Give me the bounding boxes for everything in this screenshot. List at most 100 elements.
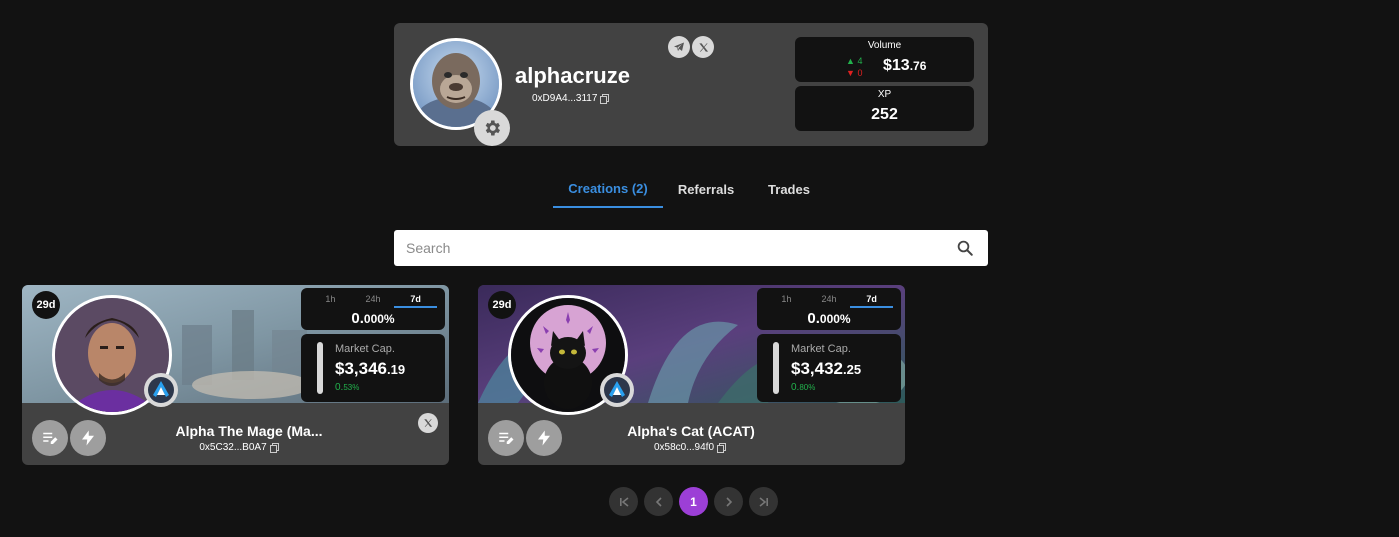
edit-button[interactable] xyxy=(488,420,524,456)
edit-notes-icon xyxy=(43,432,58,444)
age-badge: 29d xyxy=(488,291,516,319)
last-page-icon xyxy=(759,496,768,507)
pagination: 1 xyxy=(609,487,778,516)
xp-value: 252 xyxy=(871,106,898,123)
first-page-button[interactable] xyxy=(609,487,638,516)
buy-count-value: 4 xyxy=(857,56,863,66)
gear-icon xyxy=(485,120,500,136)
timeframe-7d[interactable]: 7d xyxy=(394,294,438,308)
timeframe-1h[interactable]: 1h xyxy=(765,294,808,308)
copy-icon[interactable] xyxy=(269,442,279,453)
market-cap-change: 0.80% xyxy=(791,382,815,393)
search-bar xyxy=(394,230,988,266)
age-badge: 29d xyxy=(32,291,60,319)
market-cap-label: Market Cap. xyxy=(335,343,395,355)
token-card[interactable]: 29d 1h 24h 7d 0.000% Market Cap. $3,432.… xyxy=(478,285,905,465)
lightning-icon xyxy=(82,430,94,446)
price-change-small: 000% xyxy=(819,312,851,326)
market-cap-box: Market Cap. $3,346.19 0.53% xyxy=(301,334,445,402)
arbitrum-icon xyxy=(604,377,630,403)
timeframe-24h[interactable]: 24h xyxy=(352,294,395,308)
market-cap-main: $3,346 xyxy=(335,359,387,378)
market-cap-bar xyxy=(317,342,323,394)
last-page-button[interactable] xyxy=(749,487,778,516)
profile-card: alphacruze 0xD9A4...3117 Volume ▲ 4 ▼ 0 … xyxy=(394,23,988,146)
arbitrum-icon xyxy=(148,377,174,403)
price-change-value: 0.000% xyxy=(301,310,445,327)
xp-stat: XP 252 xyxy=(795,86,974,131)
sell-count-value: 0 xyxy=(857,68,863,78)
market-cap-value: $3,432.25 xyxy=(791,359,861,379)
xp-label: XP xyxy=(877,89,892,100)
tab-trades[interactable]: Trades xyxy=(749,170,829,208)
chevron-left-icon xyxy=(655,496,662,507)
timeframe-7d[interactable]: 7d xyxy=(850,294,894,308)
market-cap-cents: .19 xyxy=(387,362,406,377)
market-cap-label: Market Cap. xyxy=(791,343,851,355)
lightning-icon xyxy=(538,430,550,446)
profile-avatar-wrap xyxy=(410,38,510,146)
timeframe-change: 1h 24h 7d 0.000% xyxy=(757,288,901,330)
market-cap-box: Market Cap. $3,432.25 0.80% xyxy=(757,334,901,402)
price-change-main: 0. xyxy=(351,310,364,327)
chevron-right-icon xyxy=(725,496,732,507)
volume-label: Volume xyxy=(867,40,902,51)
edit-button[interactable] xyxy=(32,420,68,456)
copy-icon[interactable] xyxy=(717,442,727,453)
volume-value: $13.76 xyxy=(883,57,926,75)
price-change-main: 0. xyxy=(807,310,820,327)
token-name[interactable]: Alpha's Cat (ACAT) xyxy=(561,423,821,439)
market-cap-value: $3,346.19 xyxy=(335,359,405,379)
volume-trade-counts: ▲ 4 ▼ 0 xyxy=(846,55,862,79)
search-icon[interactable] xyxy=(956,239,974,257)
timeframe-1h[interactable]: 1h xyxy=(309,294,352,308)
tab-referrals[interactable]: Referrals xyxy=(663,170,749,208)
copy-icon[interactable] xyxy=(600,93,610,104)
chain-badge xyxy=(144,373,178,407)
price-change-value: 0.000% xyxy=(757,310,901,327)
telegram-button[interactable] xyxy=(668,36,690,58)
timeframe-change: 1h 24h 7d 0.000% xyxy=(301,288,445,330)
edit-notes-icon xyxy=(499,432,514,444)
prev-page-button[interactable] xyxy=(644,487,673,516)
price-change-small: 000% xyxy=(363,312,395,326)
timeframe-selector: 1h 24h 7d xyxy=(309,294,438,308)
token-name[interactable]: Alpha The Mage (Ma... xyxy=(119,423,379,439)
page-button-current[interactable]: 1 xyxy=(679,487,708,516)
profile-username: alphacruze xyxy=(515,63,630,88)
market-cap-change-small: 80% xyxy=(799,383,816,392)
timeframe-24h[interactable]: 24h xyxy=(808,294,851,308)
token-address: 0x58c0...94f0 xyxy=(590,442,790,453)
market-cap-change-small: 53% xyxy=(343,383,360,392)
market-cap-change: 0.53% xyxy=(335,382,359,393)
token-x-button[interactable] xyxy=(418,413,438,433)
x-logo-icon xyxy=(698,42,708,52)
token-address: 0x5C32...B0A7 xyxy=(139,442,339,453)
boost-button[interactable] xyxy=(526,420,562,456)
x-logo-icon xyxy=(424,419,433,427)
first-page-icon xyxy=(619,496,628,507)
volume-value-cents: .76 xyxy=(909,59,927,73)
volume-stat: Volume ▲ 4 ▼ 0 $13.76 xyxy=(795,37,974,82)
up-arrow-icon: ▲ xyxy=(846,56,855,66)
next-page-button[interactable] xyxy=(714,487,743,516)
buy-count: ▲ 4 xyxy=(846,55,862,67)
profile-address: 0xD9A4...3117 xyxy=(532,93,610,104)
settings-button[interactable] xyxy=(474,110,510,146)
tab-creations[interactable]: Creations (2) xyxy=(553,170,663,208)
token-address-text: 0x58c0...94f0 xyxy=(653,442,715,453)
chain-badge xyxy=(600,373,634,407)
search-input[interactable] xyxy=(394,230,988,266)
token-card[interactable]: 29d 1h 24h 7d 0.000% Market Cap. $3,346.… xyxy=(22,285,449,465)
token-address-text: 0x5C32...B0A7 xyxy=(199,442,267,453)
profile-tabs: Creations (2) Referrals Trades xyxy=(553,170,829,208)
telegram-icon xyxy=(674,42,684,51)
profile-address-text: 0xD9A4...3117 xyxy=(532,93,598,104)
market-cap-cents: .25 xyxy=(843,362,862,377)
market-cap-bar xyxy=(773,342,779,394)
x-twitter-button[interactable] xyxy=(692,36,714,58)
sell-count: ▼ 0 xyxy=(846,67,862,79)
down-arrow-icon: ▼ xyxy=(846,68,855,78)
volume-value-main: $13 xyxy=(883,57,910,74)
boost-button[interactable] xyxy=(70,420,106,456)
